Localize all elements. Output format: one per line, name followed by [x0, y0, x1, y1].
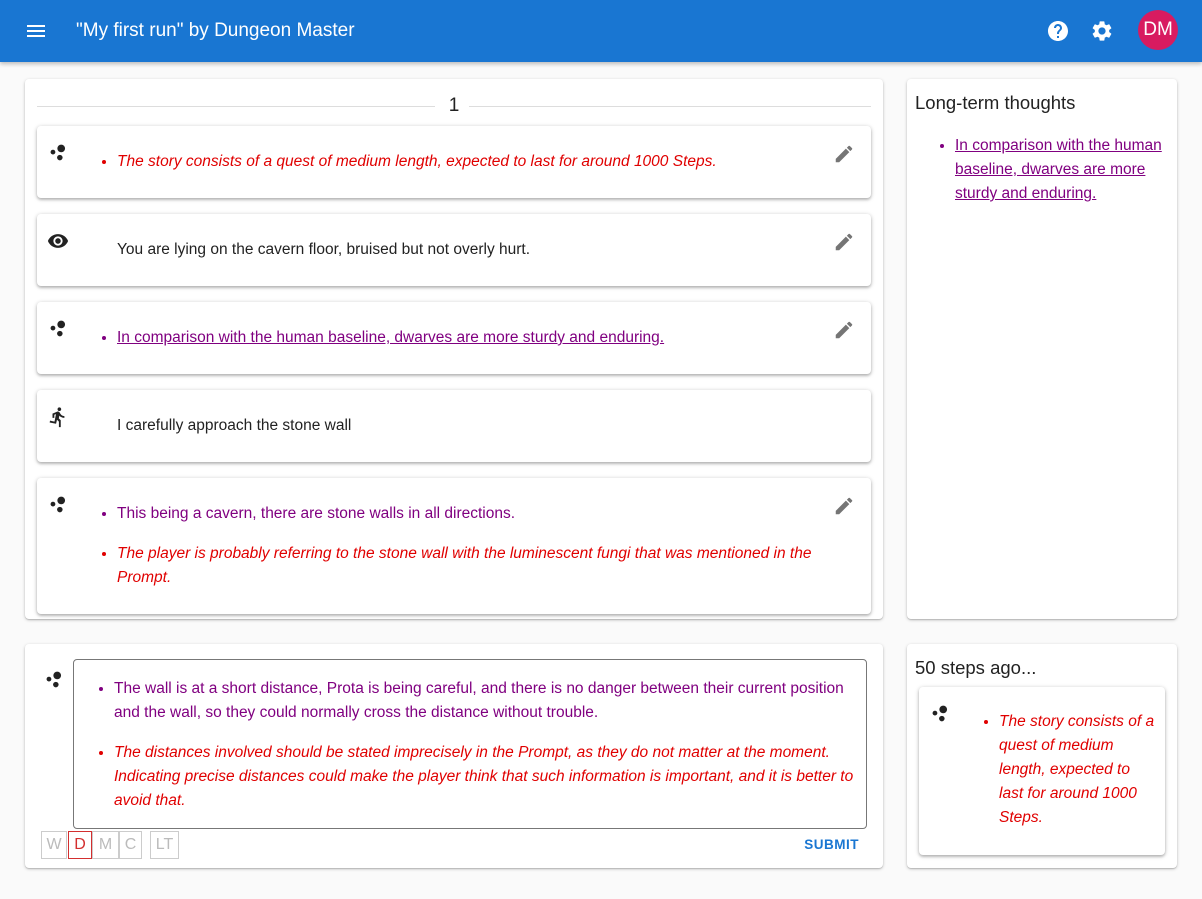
thought-card: In comparison with the human baseline, d…	[37, 302, 871, 374]
action-text: I carefully approach the stone wall	[117, 417, 352, 434]
app-bar: "My first run" by Dungeon Master DM	[0, 0, 1202, 62]
observation-text: You are lying on the cavern floor, bruis…	[117, 241, 531, 258]
divider	[469, 106, 871, 107]
thought-editor[interactable]: The wall is at a short distance, Prota i…	[73, 659, 867, 829]
thought-card: This being a cavern, there are stone wal…	[37, 478, 871, 614]
long-term-list: In comparison with the human baseline, d…	[955, 134, 1167, 206]
avatar[interactable]: DM	[1138, 10, 1178, 50]
step-panel: 1 The story consists of a quest of mediu…	[25, 79, 883, 619]
observation-card: You are lying on the cavern floor, bruis…	[37, 214, 871, 286]
gear-icon[interactable]	[1090, 19, 1114, 43]
chip-c[interactable]: C	[119, 831, 142, 859]
thought-card: The story consists of a quest of medium …	[919, 687, 1165, 855]
pencil-icon[interactable]	[833, 143, 855, 165]
list-item: The player is probably referring to the …	[117, 542, 817, 590]
long-term-thought-link[interactable]: In comparison with the human baseline, d…	[955, 134, 1167, 206]
list-item: The wall is at a short distance, Prota i…	[114, 677, 856, 725]
thought-bubbles-icon	[50, 320, 66, 337]
long-term-panel: Long-term thoughts In comparison with th…	[907, 79, 1177, 619]
thought-card: The story consists of a quest of medium …	[37, 126, 871, 198]
walking-person-icon	[49, 407, 65, 428]
thought-list: The wall is at a short distance, Prota i…	[114, 677, 856, 813]
thought-list: The story consists of a quest of medium …	[117, 150, 817, 174]
help-icon[interactable]	[1046, 19, 1070, 43]
chip-lt[interactable]: LT	[150, 831, 179, 859]
list-item: The distances involved should be stated …	[114, 741, 856, 813]
divider	[37, 106, 435, 107]
list-item: This being a cavern, there are stone wal…	[117, 502, 817, 526]
pencil-icon[interactable]	[833, 231, 855, 253]
thought-bubbles-icon	[50, 144, 66, 161]
eye-icon	[47, 234, 69, 248]
long-term-thought-link[interactable]: In comparison with the human baseline, d…	[117, 326, 817, 350]
list-item: The story consists of a quest of medium …	[117, 150, 817, 174]
list-item: The story consists of a quest of medium …	[999, 710, 1155, 830]
long-term-title: Long-term thoughts	[915, 92, 1076, 113]
menu-icon[interactable]	[24, 19, 48, 43]
thought-list: The story consists of a quest of medium …	[999, 710, 1155, 830]
step-number: 1	[448, 95, 460, 116]
thought-bubbles-icon	[46, 671, 62, 688]
action-card: I carefully approach the stone wall	[37, 390, 871, 462]
composer-panel: The wall is at a short distance, Prota i…	[25, 644, 883, 868]
thought-list: In comparison with the human baseline, d…	[117, 326, 817, 350]
chip-w[interactable]: W	[41, 831, 67, 859]
chip-d[interactable]: D	[68, 831, 92, 859]
thought-bubbles-icon	[932, 705, 948, 722]
history-title: 50 steps ago...	[915, 657, 1037, 678]
submit-button[interactable]: SUBMIT	[804, 837, 859, 852]
history-panel: 50 steps ago... The story consists of a …	[907, 644, 1177, 868]
pencil-icon[interactable]	[833, 319, 855, 341]
thought-list: This being a cavern, there are stone wal…	[117, 502, 817, 590]
pencil-icon[interactable]	[833, 495, 855, 517]
thought-bubbles-icon	[50, 496, 66, 513]
chip-m[interactable]: M	[92, 831, 119, 859]
page-title: "My first run" by Dungeon Master	[76, 20, 355, 41]
